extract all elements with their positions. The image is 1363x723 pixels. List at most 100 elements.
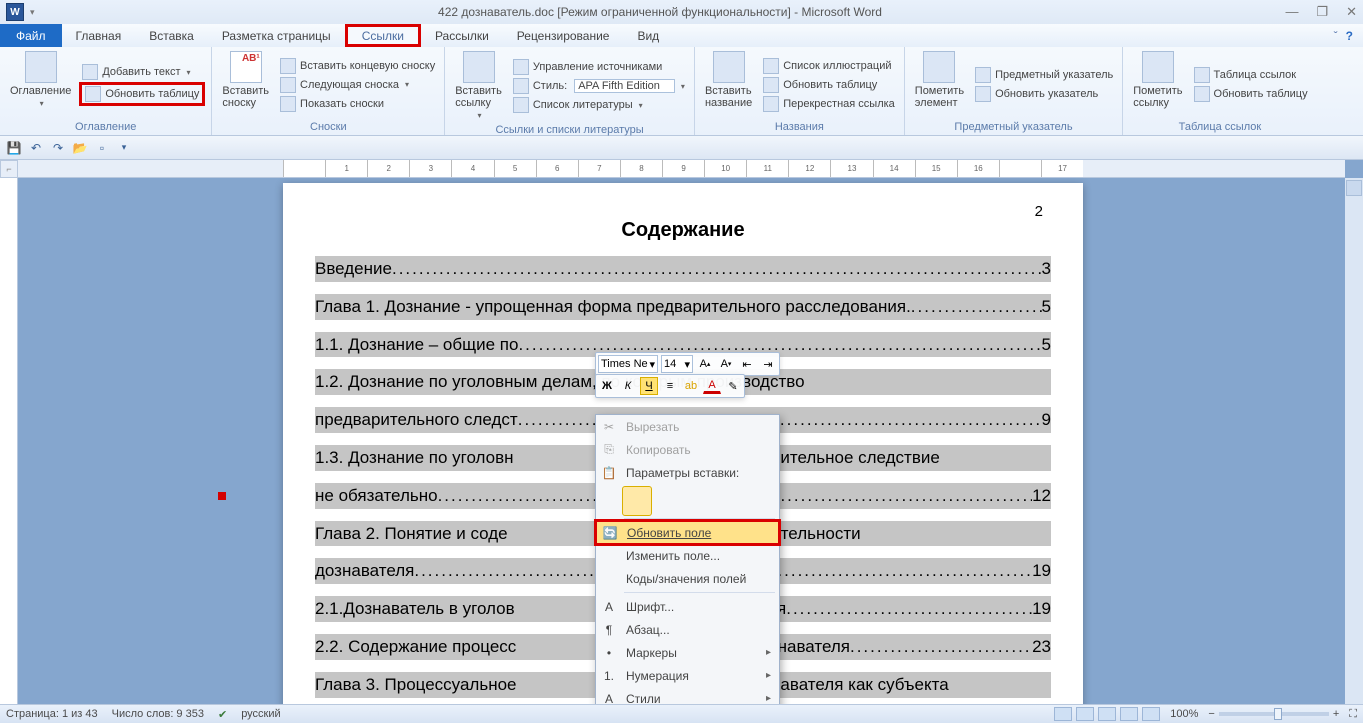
- cross-reference-button[interactable]: Перекрестная ссылка: [760, 95, 898, 113]
- redo-icon[interactable]: ↷: [50, 140, 66, 156]
- status-words[interactable]: Число слов: 9 353: [112, 708, 204, 720]
- maximize-icon[interactable]: ❐: [1316, 4, 1328, 20]
- insert-index-label: Предметный указатель: [995, 69, 1113, 81]
- ribbon-minimize-icon[interactable]: ˇ: [1334, 29, 1338, 43]
- tab-file[interactable]: Файл: [0, 24, 62, 47]
- quick-access-toolbar: 💾 ↶ ↷ 📂 ▫ ▾: [0, 136, 1363, 160]
- table-authorities-button[interactable]: Таблица ссылок: [1191, 66, 1311, 84]
- open-icon[interactable]: 📂: [72, 140, 88, 156]
- next-footnote-button[interactable]: Следующая сноска: [277, 76, 438, 94]
- insert-citation-label: Вставитьссылку: [455, 85, 502, 109]
- mark-citation-button[interactable]: Пометитьссылку: [1129, 49, 1186, 120]
- update-captions-button[interactable]: Обновить таблицу: [760, 76, 898, 94]
- show-notes-button[interactable]: Показать сноски: [277, 95, 438, 113]
- fullscreen-icon[interactable]: ⛶: [1349, 708, 1357, 721]
- side-tool-icon[interactable]: [1346, 180, 1362, 196]
- highlight-icon[interactable]: ab: [682, 377, 700, 395]
- illustrations-icon: [763, 58, 779, 74]
- style-label: Стиль:: [533, 80, 567, 92]
- insert-caption-button[interactable]: Вставитьназвание: [701, 49, 756, 120]
- illustrations-list-button[interactable]: Список иллюстраций: [760, 57, 898, 75]
- update-authorities-button[interactable]: Обновить таблицу: [1191, 85, 1311, 103]
- menu-edit-field[interactable]: Изменить поле...: [596, 544, 779, 567]
- increase-indent-icon[interactable]: ⇥: [759, 355, 777, 373]
- font-color-icon[interactable]: A: [703, 379, 721, 394]
- italic-icon[interactable]: К: [619, 377, 637, 395]
- group-footnotes-label: Сноски: [218, 120, 438, 135]
- add-text-button[interactable]: Добавить текст: [79, 63, 205, 81]
- decrease-indent-icon[interactable]: ⇤: [738, 355, 756, 373]
- vertical-ruler[interactable]: [0, 178, 18, 704]
- close-icon[interactable]: ✕: [1346, 4, 1357, 20]
- align-center-icon[interactable]: ≡: [661, 377, 679, 395]
- menu-bullets[interactable]: •Маркеры: [596, 641, 779, 664]
- style-select[interactable]: Стиль: APA Fifth Edition: [510, 77, 688, 95]
- status-proofing-icon[interactable]: ✔: [218, 708, 227, 721]
- menu-numbering-label: Нумерация: [626, 669, 689, 683]
- page-number: 2: [1035, 203, 1043, 220]
- menu-separator: [624, 592, 775, 593]
- menu-edit-label: Изменить поле...: [626, 549, 720, 563]
- zoom-out-icon[interactable]: −: [1208, 708, 1214, 720]
- update-toc-button[interactable]: Обновить таблицу: [79, 82, 205, 106]
- zoom-level[interactable]: 100%: [1170, 708, 1198, 720]
- menu-paste-options: 📋Параметры вставки:: [596, 461, 779, 484]
- menu-cut: ✂Вырезать: [596, 415, 779, 438]
- update-index-button[interactable]: Обновить указатель: [972, 85, 1116, 103]
- tab-view[interactable]: Вид: [623, 24, 673, 47]
- status-language[interactable]: русский: [241, 708, 280, 720]
- insert-citation-button[interactable]: Вставитьссылку: [451, 49, 506, 123]
- size-select[interactable]: 14▾: [661, 355, 693, 373]
- view-print-layout-icon[interactable]: [1054, 707, 1072, 721]
- tab-mailings[interactable]: Рассылки: [421, 24, 503, 47]
- font-select[interactable]: Times Ne▾: [598, 355, 658, 373]
- tab-home[interactable]: Главная: [62, 24, 136, 47]
- format-painter-icon[interactable]: ✎: [724, 377, 742, 395]
- underline-icon[interactable]: Ч: [640, 377, 658, 395]
- mark-entry-label: Пометитьэлемент: [915, 85, 964, 109]
- undo-icon[interactable]: ↶: [28, 140, 44, 156]
- horizontal-ruler[interactable]: 1234567891011121314151617: [18, 160, 1345, 178]
- zoom-in-icon[interactable]: +: [1333, 708, 1339, 720]
- qat-customize-icon[interactable]: ▾: [116, 140, 132, 156]
- menu-update-field[interactable]: 🔄Обновить поле: [594, 519, 781, 546]
- zoom-thumb[interactable]: [1274, 708, 1282, 720]
- update-icon: [975, 86, 991, 102]
- tab-page-layout[interactable]: Разметка страницы: [208, 24, 345, 47]
- menu-paragraph[interactable]: ¶Абзац...: [596, 618, 779, 641]
- tab-references[interactable]: Ссылки: [345, 24, 421, 47]
- insert-endnote-button[interactable]: Вставить концевую сноску: [277, 57, 438, 75]
- zoom-slider[interactable]: [1219, 712, 1329, 716]
- grow-font-icon[interactable]: A▴: [696, 355, 714, 373]
- font-size: 14: [664, 358, 676, 370]
- new-icon[interactable]: ▫: [94, 140, 110, 156]
- menu-codes-label: Коды/значения полей: [626, 572, 746, 586]
- view-reading-icon[interactable]: [1076, 707, 1094, 721]
- save-icon[interactable]: 💾: [6, 140, 22, 156]
- menu-numbering[interactable]: 1.Нумерация: [596, 664, 779, 687]
- view-outline-icon[interactable]: [1120, 707, 1138, 721]
- status-page[interactable]: Страница: 1 из 43: [6, 708, 98, 720]
- menu-font[interactable]: AШрифт...: [596, 595, 779, 618]
- view-web-icon[interactable]: [1098, 707, 1116, 721]
- insert-footnote-button[interactable]: AB¹Вставитьсноску: [218, 49, 273, 120]
- tab-review[interactable]: Рецензирование: [503, 24, 624, 47]
- mark-entry-button[interactable]: Пометитьэлемент: [911, 49, 968, 120]
- bibliography-button[interactable]: Список литературы: [510, 96, 688, 114]
- bold-icon[interactable]: Ж: [598, 377, 616, 395]
- paste-option-icon[interactable]: [622, 486, 652, 516]
- help-icon[interactable]: ?: [1346, 29, 1353, 43]
- minimize-icon[interactable]: —: [1285, 4, 1298, 20]
- manage-sources-button[interactable]: Управление источниками: [510, 58, 688, 76]
- menu-styles[interactable]: AСтили: [596, 687, 779, 704]
- view-draft-icon[interactable]: [1142, 707, 1160, 721]
- shrink-font-icon[interactable]: A▾: [717, 355, 735, 373]
- tab-insert[interactable]: Вставка: [135, 24, 208, 47]
- insert-index-button[interactable]: Предметный указатель: [972, 66, 1116, 84]
- style-value[interactable]: APA Fifth Edition: [574, 79, 675, 93]
- paragraph-icon: ¶: [600, 621, 618, 639]
- chevron-down-icon: [679, 80, 685, 92]
- toc-button[interactable]: Оглавление: [6, 49, 75, 120]
- menu-field-codes[interactable]: Коды/значения полей: [596, 567, 779, 590]
- ruler-corner[interactable]: ⌐: [0, 160, 18, 178]
